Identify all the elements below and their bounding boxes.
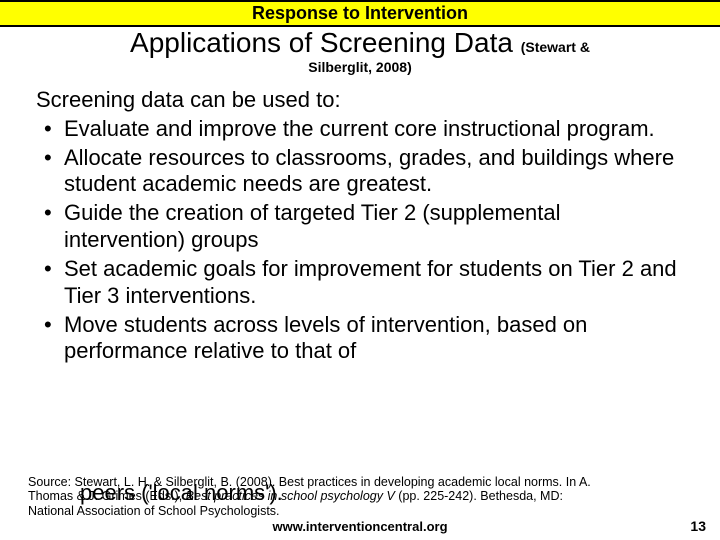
source-line: Source: Stewart, L. H. & Silberglit, B. …	[28, 475, 591, 489]
source-line: Thomas & J. Grimes (Eds.),	[28, 489, 186, 503]
header-banner: Response to Intervention	[0, 0, 720, 27]
slide-cite-line2: Silberglit, 2008)	[20, 59, 700, 75]
page-number: 13	[690, 518, 706, 534]
list-item: Guide the creation of targeted Tier 2 (s…	[36, 200, 684, 254]
slide-cite-inline: (Stewart &	[521, 39, 590, 55]
list-item: Allocate resources to classrooms, grades…	[36, 145, 684, 199]
slide-body: Screening data can be used to: Evaluate …	[0, 79, 720, 365]
source-italic: Best practices in school psychology V	[186, 489, 399, 503]
slide-title-area: Applications of Screening Data (Stewart …	[0, 27, 720, 79]
list-item: Move students across levels of intervent…	[36, 312, 684, 366]
header-banner-text: Response to Intervention	[252, 3, 468, 23]
list-item: Set academic goals for improvement for s…	[36, 256, 684, 310]
source-line: (pp. 225-242). Bethesda, MD:	[398, 489, 563, 503]
slide-title: Applications of Screening Data	[130, 27, 521, 58]
intro-text: Screening data can be used to:	[36, 87, 684, 114]
source-line: National Association of School Psycholog…	[28, 504, 280, 518]
bullet-list: Evaluate and improve the current core in…	[36, 116, 684, 365]
source-citation: Source: Stewart, L. H. & Silberglit, B. …	[28, 475, 692, 518]
footer-url: www.interventioncentral.org	[0, 519, 720, 534]
list-item: Evaluate and improve the current core in…	[36, 116, 684, 143]
